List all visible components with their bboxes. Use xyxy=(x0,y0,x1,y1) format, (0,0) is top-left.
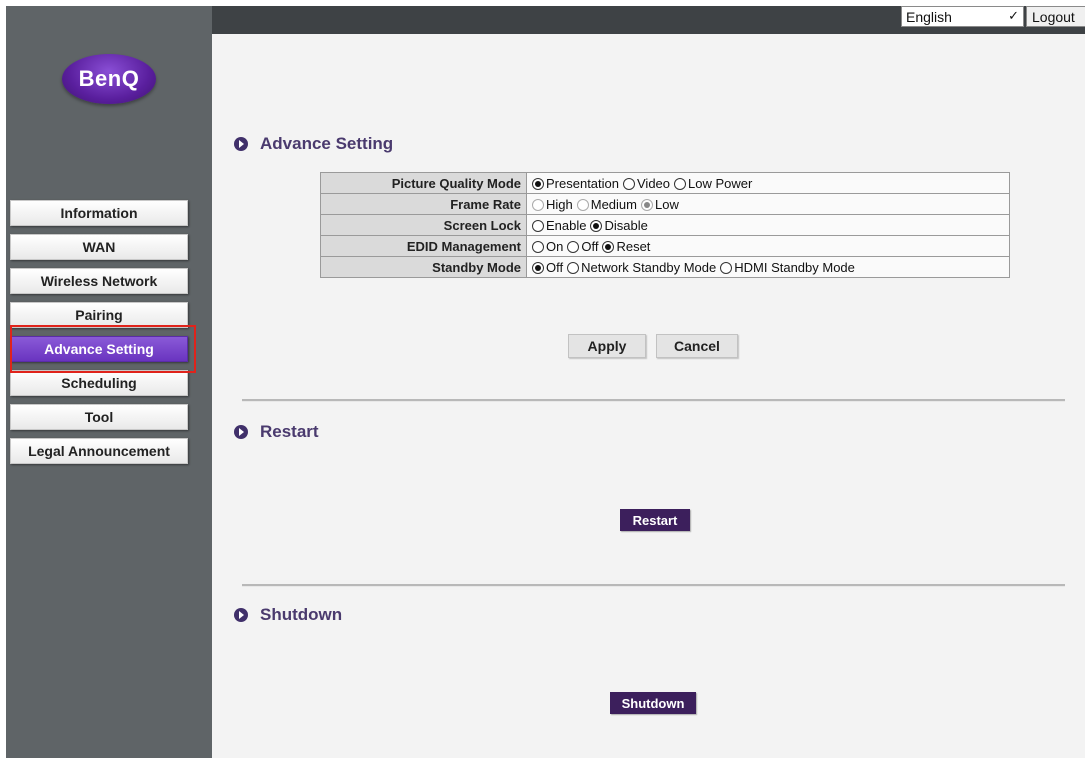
apply-button[interactable]: Apply xyxy=(568,334,646,358)
radio-button[interactable] xyxy=(532,177,544,190)
radio-label: Low xyxy=(655,196,679,212)
radio-label: Medium xyxy=(590,196,637,212)
settings-table: Picture Quality Mode Presentation Video Low… xyxy=(320,172,1010,278)
sidebar-item-wan[interactable]: WAN xyxy=(10,234,188,260)
radio-option[interactable]: Presentation xyxy=(532,176,619,191)
sidebar-item-pairing[interactable]: Pairing xyxy=(10,302,188,328)
settings-row: Standby Mode Off Network Standby Mode HDMI … xyxy=(320,256,1010,278)
setting-label: Frame Rate xyxy=(320,193,527,215)
radio-option[interactable]: Enable xyxy=(532,218,586,233)
sidebar-item-scheduling[interactable]: Scheduling xyxy=(10,370,188,396)
shutdown-button[interactable]: Shutdown xyxy=(610,692,696,714)
benq-logo: BenQ xyxy=(62,54,156,104)
radio-button[interactable] xyxy=(567,240,580,253)
radio-label: Reset xyxy=(616,238,651,254)
radio-option[interactable]: Network Standby Mode xyxy=(567,260,716,275)
setting-options: Presentation Video Low Power xyxy=(526,172,1010,194)
radio-label: Disable xyxy=(604,217,648,233)
setting-label: Standby Mode xyxy=(320,256,527,278)
radio-button[interactable] xyxy=(623,177,635,190)
radio-option: Low xyxy=(641,197,679,212)
settings-row: EDID Management On Off Reset xyxy=(320,235,1010,257)
setting-options: Enable Disable xyxy=(526,214,1010,236)
sidebar-item-wireless-network[interactable]: Wireless Network xyxy=(10,268,188,294)
sidebar-item-tool[interactable]: Tool xyxy=(10,404,188,430)
restart-heading: Restart xyxy=(234,422,319,442)
section-divider xyxy=(242,584,1065,587)
radio-button xyxy=(641,198,653,211)
setting-options: On Off Reset xyxy=(526,235,1010,257)
radio-label: Off xyxy=(581,238,599,254)
radio-option[interactable]: Video xyxy=(623,176,670,191)
section-divider xyxy=(242,399,1065,402)
radio-button xyxy=(576,198,589,211)
radio-label: Off xyxy=(546,259,564,275)
radio-button[interactable] xyxy=(532,240,544,253)
radio-button[interactable] xyxy=(602,240,615,253)
radio-button xyxy=(532,198,544,211)
settings-row: Screen Lock Enable Disable xyxy=(320,214,1010,236)
shutdown-heading: Shutdown xyxy=(234,605,342,625)
radio-button[interactable] xyxy=(674,177,687,190)
radio-option[interactable]: Reset xyxy=(602,239,650,254)
settings-row: Frame Rate High Medium Low xyxy=(320,193,1010,215)
top-bar: English ✓ Logout xyxy=(212,6,1085,34)
radio-label: Network Standby Mode xyxy=(581,259,717,275)
chevron-down-icon: ✓ xyxy=(1008,8,1019,23)
radio-option[interactable]: Low Power xyxy=(674,176,752,191)
radio-label: Enable xyxy=(546,217,587,233)
radio-option[interactable]: Off xyxy=(532,260,563,275)
radio-option: Medium xyxy=(576,196,637,212)
setting-label: Screen Lock xyxy=(320,214,527,236)
setting-options: Off Network Standby Mode HDMI Standby Mode xyxy=(526,256,1010,278)
radio-button[interactable] xyxy=(590,219,603,232)
radio-option: High xyxy=(532,197,573,212)
radio-label: Low Power xyxy=(688,175,753,191)
sidebar-item-advance-setting[interactable]: Advance Setting xyxy=(10,336,188,362)
main-content: English ✓ Logout Advance Setting Picture… xyxy=(212,6,1085,758)
shutdown-title: Shutdown xyxy=(260,605,343,624)
language-select[interactable]: English ✓ xyxy=(901,6,1024,27)
radio-option[interactable]: On xyxy=(532,239,563,254)
advance-setting-heading: Advance Setting xyxy=(234,134,393,154)
radio-button[interactable] xyxy=(532,261,544,274)
radio-button[interactable] xyxy=(567,261,580,274)
logo-text: BenQ xyxy=(78,66,140,91)
play-bullet-icon xyxy=(234,608,248,622)
radio-button[interactable] xyxy=(720,261,733,274)
radio-option[interactable]: HDMI Standby Mode xyxy=(720,260,855,275)
radio-label: On xyxy=(546,238,564,254)
radio-option[interactable]: Off xyxy=(567,239,598,254)
settings-row: Picture Quality Mode Presentation Video Low… xyxy=(320,172,1010,194)
radio-label: Presentation xyxy=(546,175,619,191)
play-bullet-icon xyxy=(234,425,248,439)
sidebar: BenQ Information WAN Wireless Network Pa… xyxy=(6,6,212,758)
radio-label: High xyxy=(546,196,573,212)
sidebar-item-legal-announcement[interactable]: Legal Announcement xyxy=(10,438,188,464)
logout-button[interactable]: Logout xyxy=(1026,6,1085,27)
play-bullet-icon xyxy=(234,137,248,151)
radio-button[interactable] xyxy=(532,219,544,232)
radio-option[interactable]: Disable xyxy=(590,217,648,233)
cancel-button[interactable]: Cancel xyxy=(656,334,738,358)
setting-label: EDID Management xyxy=(320,235,527,257)
setting-label: Picture Quality Mode xyxy=(320,172,527,194)
sidebar-item-information[interactable]: Information xyxy=(10,200,188,226)
restart-title: Restart xyxy=(260,422,319,441)
radio-label: Video xyxy=(637,175,671,191)
language-value: English xyxy=(906,8,952,25)
restart-button[interactable]: Restart xyxy=(620,509,690,531)
advance-setting-title: Advance Setting xyxy=(260,134,394,153)
radio-label: HDMI Standby Mode xyxy=(734,259,855,275)
setting-options: High Medium Low xyxy=(526,193,1010,215)
